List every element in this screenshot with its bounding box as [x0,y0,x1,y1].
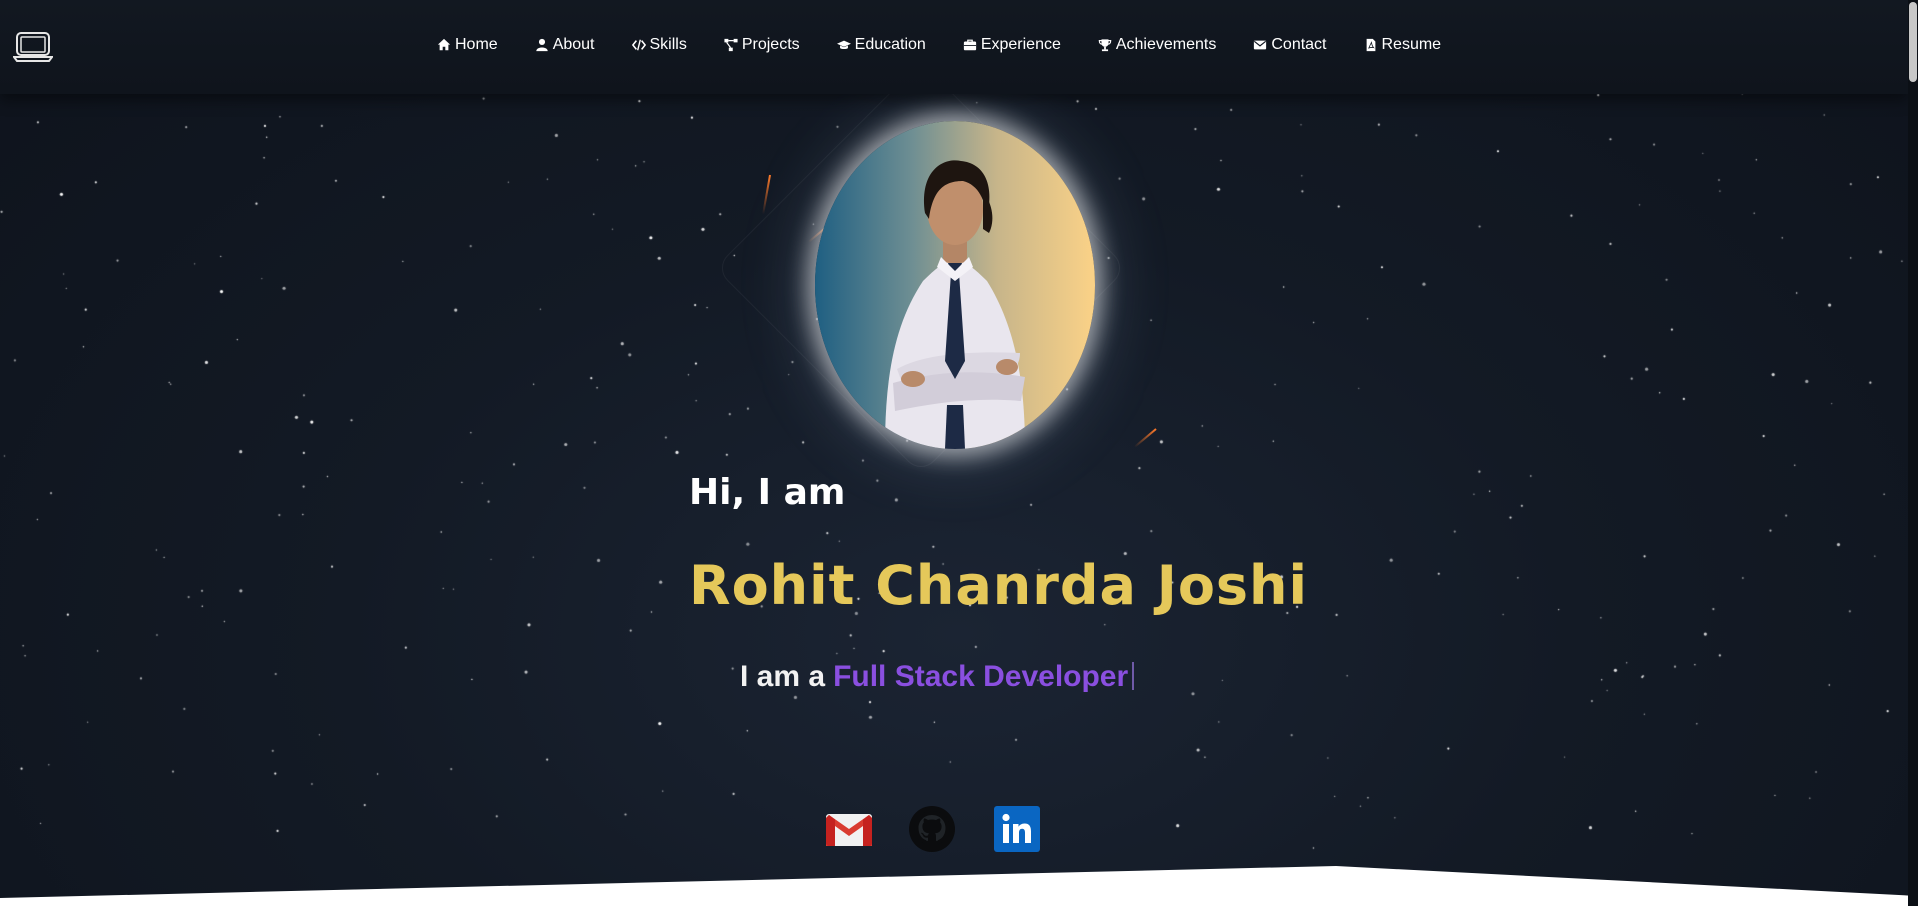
linkedin-icon[interactable] [994,806,1040,852]
laptop-icon[interactable] [13,31,53,63]
greeting-text: Hi, I am [689,472,846,513]
user-icon [536,38,548,52]
nav-item-contact[interactable]: Contact [1253,36,1327,54]
typing-cursor [1132,662,1135,690]
envelope-icon [1254,40,1267,50]
graduation-cap-icon [836,40,851,50]
nav-item-label: Experience [980,36,1061,53]
nav-menu: Home About Skills Projects Education Exp… [437,36,1441,54]
nav-item-label: About [552,36,595,53]
tagline-prefix: I am a [740,660,826,693]
file-pdf-icon [1366,38,1375,52]
nav-item-resume[interactable]: Resume [1364,36,1442,54]
tagline: I am a Full Stack Developer [740,660,1135,694]
briefcase-icon [963,39,976,51]
person-illustration [885,160,1025,449]
nav-item-label: Skills [649,36,687,53]
scrollbar[interactable] [1908,0,1918,906]
nav-item-label: Home [455,36,498,53]
nav-item-home[interactable]: Home [437,36,498,54]
nav-item-label: Achievements [1115,36,1217,53]
hero-name: Rohit Chanrda Joshi [689,554,1309,617]
nav-item-projects[interactable]: Projects [724,36,800,54]
hero-section: Hi, I am Rohit Chanrda Joshi I am a Full … [0,0,1908,906]
section-divider-wave [0,866,1918,906]
nav-item-label: Contact [1271,36,1327,53]
nav-item-label: Education [854,36,926,53]
home-icon [437,38,451,51]
nav-item-skills[interactable]: Skills [631,36,687,54]
profile-photo [815,121,1095,449]
trophy-icon [1098,39,1112,52]
nav-item-label: Resume [1381,36,1442,53]
nav-item-experience[interactable]: Experience [963,36,1061,54]
project-diagram-icon [724,38,738,52]
code-icon [631,39,646,51]
gmail-icon[interactable] [826,812,872,848]
meteor-streak [762,174,771,215]
navbar: Home About Skills Projects Education Exp… [0,0,1908,94]
meteor-streak [1133,428,1157,448]
nav-item-achievements[interactable]: Achievements [1098,36,1217,54]
nav-item-education[interactable]: Education [836,36,926,54]
tagline-role: Full Stack Developer [833,660,1129,693]
nav-item-about[interactable]: About [535,36,595,54]
scrollbar-thumb[interactable] [1909,2,1917,82]
nav-item-label: Projects [741,36,800,53]
github-icon[interactable] [909,806,955,852]
